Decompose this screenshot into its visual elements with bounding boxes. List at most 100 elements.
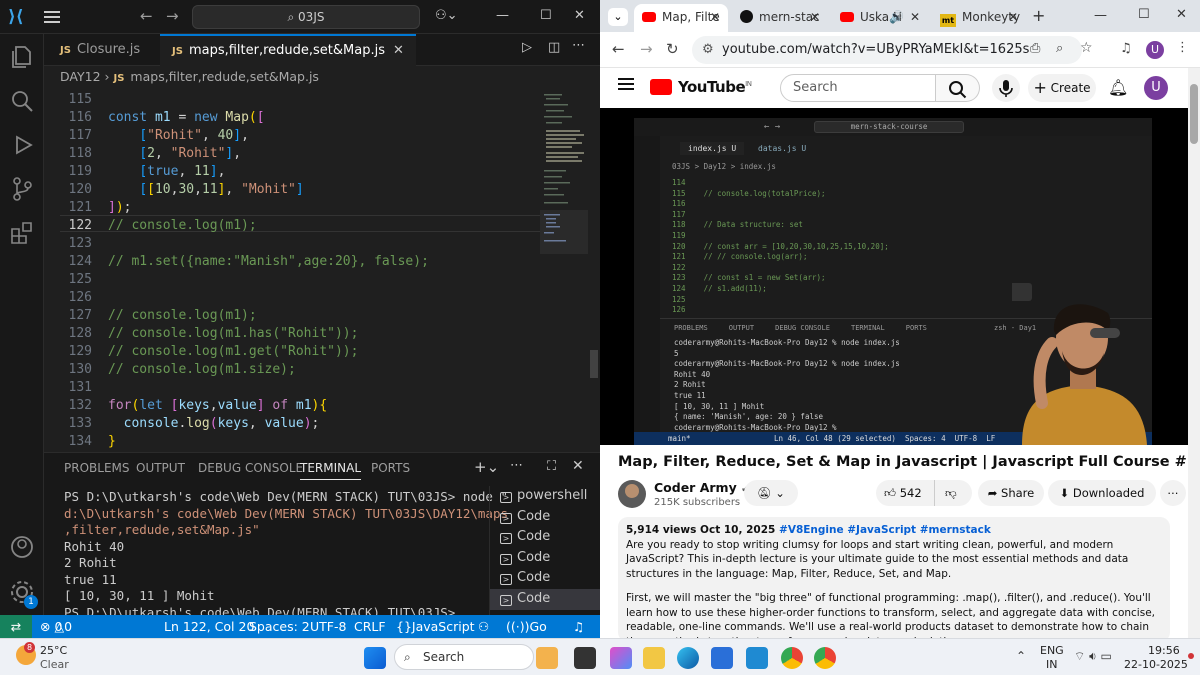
breadcrumb-folder[interactable]: DAY12	[60, 69, 101, 84]
notification-dot[interactable]	[1188, 653, 1194, 659]
language-indicator[interactable]: ENG	[1040, 644, 1064, 657]
page-scrollbar[interactable]	[1188, 68, 1200, 638]
tab-debug-console[interactable]: DEBUG CONSOLE	[198, 461, 303, 475]
tab-problems[interactable]: PROBLEMS	[64, 461, 130, 475]
taskbar-search[interactable]: ⌕ Search	[394, 644, 534, 670]
description-box[interactable]: 5,914 views Oct 10, 2025 #V8Engine #Java…	[618, 517, 1170, 638]
remote-icon[interactable]: ⇄	[0, 615, 32, 638]
thumbs-down-icon[interactable]: 👎︎	[934, 480, 957, 506]
browser-tab-uska[interactable]: Uska H 🔊 ✕	[832, 4, 928, 32]
back-icon[interactable]: ←	[612, 40, 625, 58]
tab-terminal[interactable]: TERMINAL	[300, 461, 362, 480]
eol[interactable]: CRLF	[354, 615, 386, 638]
yt-search-button[interactable]	[936, 74, 980, 102]
address-bar[interactable]: ⚙ youtube.com/watch?v=UByPRYaMEkI&t=1625s	[692, 36, 1082, 64]
source-control-icon[interactable]	[9, 176, 35, 202]
voice-search-button[interactable]	[992, 74, 1020, 102]
minimize-icon[interactable]: —	[496, 8, 509, 23]
yt-search-input[interactable]: Search	[780, 74, 936, 102]
terminal-item[interactable]: > Code	[490, 548, 600, 569]
temperature[interactable]: 25°C	[40, 644, 67, 657]
channel-name[interactable]: Coder Army ✔	[654, 480, 749, 495]
more-options-button[interactable]: ⋯	[1160, 480, 1186, 506]
start-windows-icon[interactable]	[364, 647, 386, 669]
zoom-icon[interactable]: ⌕	[1056, 41, 1063, 56]
tab-maps-filter[interactable]: JS maps,filter,redude,set&Map.js ✕	[160, 34, 416, 66]
close-tab-icon[interactable]: ✕	[1008, 4, 1018, 30]
extensions-icon[interactable]	[9, 220, 35, 246]
maximize-icon[interactable]: ☐	[1138, 7, 1150, 22]
hashtags[interactable]: #V8Engine #JavaScript #mernstack	[779, 524, 991, 536]
channel-avatar[interactable]	[618, 480, 646, 508]
video-player[interactable]: ← → mern-stack-course index.js U datas.j…	[600, 108, 1188, 445]
vscode-taskbar-icon[interactable]	[746, 647, 768, 669]
install-app-icon[interactable]: ⎙	[1030, 41, 1040, 56]
close-tab-icon[interactable]: ✕	[910, 4, 920, 30]
more-actions-icon[interactable]: ⋯	[572, 38, 585, 53]
tray-chevron-icon[interactable]: ⌃	[1016, 649, 1026, 663]
notification-bell-button[interactable]: 🔕︎ ⌄	[744, 480, 798, 506]
task-view-icon[interactable]	[574, 647, 596, 669]
widget-icon[interactable]	[536, 647, 558, 669]
tab-ports[interactable]: PORTS	[371, 461, 410, 475]
terminal-item[interactable]: > powershell	[490, 486, 600, 507]
search-icon[interactable]	[9, 88, 35, 114]
copilot-status-icon[interactable]: ⚇	[478, 615, 489, 638]
back-arrow-icon[interactable]: ←	[140, 7, 153, 25]
yt-menu-icon[interactable]	[618, 78, 634, 90]
youtube-logo[interactable]: YouTubeIN	[650, 78, 752, 96]
browser-tab-monkeytype[interactable]: mt Monkeyty ✕	[932, 4, 1026, 32]
bookmark-star-icon[interactable]: ☆	[1080, 40, 1093, 56]
explorer-icon[interactable]	[9, 44, 35, 70]
menu-icon[interactable]	[44, 11, 60, 23]
close-tab-icon[interactable]: ✕	[710, 4, 720, 30]
maximize-panel-icon[interactable]: ⛶	[547, 459, 556, 474]
file-explorer-icon[interactable]	[643, 647, 665, 669]
chrome-profile-icon[interactable]	[814, 647, 836, 669]
site-info-icon[interactable]: ⚙	[702, 36, 714, 64]
scrollbar-thumb[interactable]	[1190, 84, 1198, 144]
clock-time[interactable]: 19:56	[1148, 644, 1180, 657]
tab-close-icon[interactable]: ✕	[393, 43, 404, 58]
store-icon[interactable]	[711, 647, 733, 669]
chrome-menu-icon[interactable]: ⋮	[1176, 40, 1189, 55]
like-button[interactable]: 👍︎ 542 👎︎	[876, 480, 972, 506]
browser-tab-github[interactable]: mern-stac ✕	[732, 4, 828, 32]
terminal-output[interactable]: PS D:\D\utkarsh's code\Web Dev(MERN STAC…	[64, 489, 508, 621]
media-controls-icon[interactable]: ♫	[1120, 41, 1132, 56]
command-center-search[interactable]: ⌕ 03JS	[192, 5, 420, 29]
bell-icon[interactable]: ♫	[573, 615, 584, 638]
terminal-item[interactable]: > Code	[490, 527, 600, 548]
editor-scrollbar[interactable]	[590, 350, 598, 378]
reload-icon[interactable]: ↻	[666, 40, 679, 58]
code-editor[interactable]: 115 116 117 118 119 120 121 122 123 124 …	[44, 90, 600, 449]
minimize-icon[interactable]: —	[1094, 8, 1107, 23]
copilot-icon[interactable]: ⚇⌄	[435, 8, 458, 23]
account-icon[interactable]	[9, 534, 35, 560]
language-mode[interactable]: {} JavaScript	[396, 615, 475, 638]
run-debug-icon[interactable]	[9, 132, 35, 158]
cursor-position[interactable]: Ln 122, Col 20	[164, 615, 254, 638]
split-editor-icon[interactable]: ◫	[548, 40, 560, 55]
terminal-item[interactable]: > Code	[490, 588, 600, 610]
edge-icon[interactable]	[677, 647, 699, 669]
close-icon[interactable]: ✕	[1176, 7, 1187, 22]
share-button[interactable]: ➦ Share	[978, 480, 1044, 506]
more-icon[interactable]: ⋯	[510, 458, 523, 473]
tab-search-icon[interactable]: ⌄	[608, 8, 628, 26]
close-icon[interactable]: ✕	[574, 8, 585, 23]
wifi-volume-battery-icons[interactable]: ⌔ 🔉︎ ▭	[1074, 649, 1112, 664]
notifications-bell-icon[interactable]: 🔔︎	[1108, 78, 1128, 97]
terminal-item[interactable]: > Code	[490, 568, 600, 589]
forward-arrow-icon[interactable]: →	[166, 7, 179, 25]
chrome-icon[interactable]	[781, 647, 803, 669]
new-tab-icon[interactable]: +	[1032, 6, 1045, 25]
close-tab-icon[interactable]: ✕	[810, 4, 820, 30]
browser-tab-youtube[interactable]: Map, Filte ✕	[634, 4, 728, 32]
indentation[interactable]: Spaces: 2	[249, 615, 310, 638]
copilot-app-icon[interactable]	[610, 647, 632, 669]
new-terminal-icon[interactable]: +⌄	[474, 458, 499, 476]
breadcrumb-file[interactable]: maps,filter,redude,set&Map.js	[130, 69, 319, 84]
profile-avatar[interactable]: U	[1146, 41, 1164, 59]
yt-avatar[interactable]: U	[1144, 76, 1168, 100]
